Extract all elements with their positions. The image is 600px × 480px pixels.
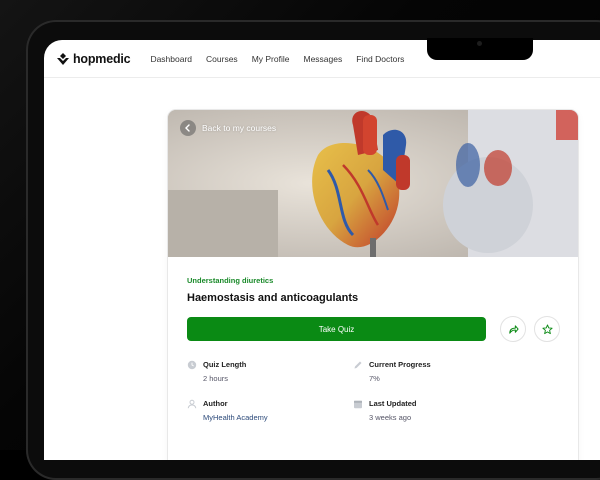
meta-value: 2 hours bbox=[203, 374, 229, 383]
star-icon bbox=[541, 323, 553, 334]
camera-notch bbox=[427, 38, 533, 60]
meta-label: Quiz Length bbox=[203, 360, 247, 369]
app-screen: hopmedic Dashboard Courses My Profile Me… bbox=[44, 40, 600, 460]
meta-current-progress: Current Progress 7% bbox=[353, 360, 431, 383]
nav-my-profile[interactable]: My Profile bbox=[252, 54, 290, 64]
meta-quiz-length: Quiz Length 2 hours bbox=[187, 360, 246, 383]
nav-dashboard[interactable]: Dashboard bbox=[150, 54, 192, 64]
clock-icon bbox=[187, 360, 197, 370]
course-info: Understanding diuretics Haemostasis and … bbox=[187, 276, 559, 304]
share-button[interactable] bbox=[500, 316, 526, 342]
nav-messages[interactable]: Messages bbox=[303, 54, 342, 64]
nav-courses[interactable]: Courses bbox=[206, 54, 238, 64]
meta-author: Author MyHealth Academy bbox=[187, 399, 268, 422]
hopmedic-logo-icon bbox=[57, 52, 69, 65]
meta-label: Last Updated bbox=[369, 399, 417, 408]
nav-find-doctors[interactable]: Find Doctors bbox=[356, 54, 404, 64]
course-title: Haemostasis and anticoagulants bbox=[187, 292, 359, 304]
calendar-icon bbox=[354, 400, 362, 409]
back-label: Back to my courses bbox=[202, 123, 277, 133]
brand-logo[interactable]: hopmedic bbox=[56, 51, 131, 66]
back-to-courses-link[interactable]: Back to my courses bbox=[180, 120, 276, 136]
user-icon bbox=[187, 399, 197, 409]
meta-value: 7% bbox=[369, 374, 380, 383]
meta-label: Current Progress bbox=[369, 360, 431, 369]
course-subtitle: Understanding diuretics bbox=[187, 276, 274, 285]
meta-last-updated: Last Updated 3 weeks ago bbox=[353, 399, 417, 422]
meta-label: Author bbox=[203, 399, 228, 408]
take-quiz-button[interactable]: Take Quiz bbox=[187, 317, 486, 341]
course-card: Back to my courses Understanding diureti… bbox=[168, 110, 578, 460]
favorite-button[interactable] bbox=[534, 316, 560, 342]
brand-name: hopmedic bbox=[73, 51, 131, 66]
share-icon bbox=[508, 324, 519, 334]
author-link[interactable]: MyHealth Academy bbox=[203, 413, 268, 422]
pencil-icon bbox=[354, 361, 362, 369]
course-hero-image: Back to my courses bbox=[168, 110, 578, 257]
back-arrow-icon bbox=[180, 120, 196, 136]
meta-value: 3 weeks ago bbox=[369, 413, 412, 422]
